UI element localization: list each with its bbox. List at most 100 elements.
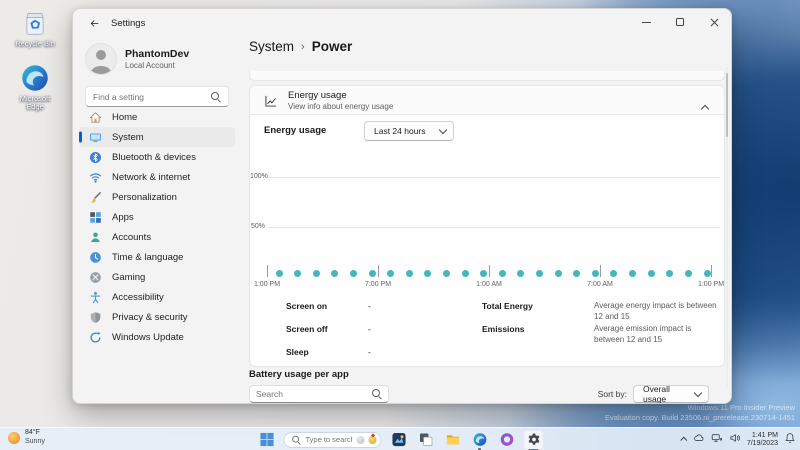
sidebar-item-windows-update[interactable]: Windows Update bbox=[79, 327, 235, 347]
stat-value-screen-on: - bbox=[368, 301, 371, 311]
taskbar-copilot-icon[interactable] bbox=[497, 430, 517, 450]
breadcrumb-separator: › bbox=[301, 40, 305, 53]
breadcrumb-system[interactable]: System bbox=[249, 39, 294, 54]
recycle-bin-icon bbox=[6, 8, 64, 38]
sidebar-item-label: Accessibility bbox=[112, 291, 164, 303]
scrollbar-thumb[interactable] bbox=[726, 73, 728, 137]
back-button[interactable] bbox=[83, 13, 105, 33]
chart-gridline bbox=[268, 227, 720, 228]
start-button[interactable] bbox=[257, 430, 277, 450]
energy-usage-expander[interactable]: Energy usage View info about energy usag… bbox=[249, 85, 725, 115]
bing-daily-icon bbox=[356, 435, 365, 444]
sidebar-item-apps[interactable]: Apps bbox=[79, 207, 235, 227]
chart-data-point bbox=[480, 269, 488, 277]
desktop-icon-label: Microsoft Edge bbox=[19, 93, 51, 111]
avatar bbox=[85, 43, 117, 75]
chevron-down-icon bbox=[693, 388, 703, 397]
x-axis-label: 1:00 PM bbox=[253, 281, 281, 288]
chart-data-point bbox=[349, 269, 357, 277]
y-axis-label: 100% bbox=[250, 173, 268, 180]
chart-data-point bbox=[424, 269, 432, 277]
sidebar-item-system[interactable]: System bbox=[79, 127, 235, 147]
onedrive-cloud-icon[interactable] bbox=[693, 431, 705, 449]
desktop-icon-microsoft-edge[interactable]: Microsoft Edge bbox=[6, 63, 64, 112]
rewards-medal-icon bbox=[368, 435, 377, 444]
sidebar-item-accounts[interactable]: Accounts bbox=[79, 227, 235, 247]
apps-icon bbox=[89, 211, 102, 224]
taskbar-settings-gear-icon[interactable] bbox=[523, 429, 544, 450]
chart-data-point bbox=[442, 269, 450, 277]
stat-label-sleep: Sleep bbox=[286, 347, 309, 357]
notification-bell-icon[interactable] bbox=[784, 431, 796, 449]
taskbar-edge-icon[interactable] bbox=[470, 430, 490, 450]
weather-widget[interactable]: 84°F Sunny bbox=[8, 429, 45, 446]
sidebar-item-time-language[interactable]: Time & language bbox=[79, 247, 235, 267]
volume-icon[interactable] bbox=[729, 431, 741, 449]
page-title: Power bbox=[311, 39, 353, 54]
sidebar-item-home[interactable]: Home bbox=[79, 107, 235, 127]
sidebar-item-privacy-security[interactable]: Privacy & security bbox=[79, 307, 235, 327]
network-icon bbox=[89, 171, 102, 184]
gaming-icon bbox=[89, 271, 102, 284]
weather-temp: 84°F bbox=[25, 429, 40, 436]
maximize-button[interactable] bbox=[663, 9, 697, 35]
chart-data-point bbox=[461, 269, 469, 277]
sun-icon bbox=[8, 431, 20, 444]
time-range-dropdown[interactable]: Last 24 hours bbox=[364, 121, 454, 141]
chart-data-point bbox=[647, 269, 655, 277]
settings-search-box[interactable] bbox=[85, 86, 229, 107]
sort-group: Sort by: Overall usage bbox=[597, 384, 709, 403]
y-axis-label: 50% bbox=[250, 223, 265, 230]
close-button[interactable] bbox=[697, 9, 731, 35]
desktop-icon-recycle-bin[interactable]: Recycle Bin bbox=[6, 8, 64, 49]
sidebar-item-network-internet[interactable]: Network & internet bbox=[79, 167, 235, 187]
sidebar-item-label: Time & language bbox=[112, 251, 184, 263]
sidebar-item-label: Network & internet bbox=[112, 171, 191, 183]
system-icon bbox=[89, 131, 102, 144]
sidebar-item-label: Gaming bbox=[112, 271, 146, 283]
taskbar-search-box[interactable] bbox=[283, 431, 382, 448]
personalization-icon bbox=[89, 191, 102, 204]
search-icon bbox=[211, 91, 221, 102]
desktop-icon-label: Recycle Bin bbox=[15, 39, 55, 48]
stat-label-screen-off: Screen off bbox=[286, 324, 328, 334]
scrolled-card-edge bbox=[249, 71, 725, 81]
user-name: PhantomDev bbox=[125, 48, 190, 60]
taskbar-search-input[interactable] bbox=[305, 435, 353, 444]
stat-label-total-energy: Total Energy bbox=[482, 301, 533, 311]
chevron-down-icon bbox=[438, 125, 448, 134]
energy-card-subtitle: View info about energy usage bbox=[288, 102, 394, 111]
window-title: Settings bbox=[111, 17, 146, 29]
sidebar-item-accessibility[interactable]: Accessibility bbox=[79, 287, 235, 307]
stat-label-screen-on: Screen on bbox=[286, 301, 328, 311]
chart-data-point bbox=[591, 269, 599, 277]
sidebar-item-label: Windows Update bbox=[112, 331, 184, 343]
tray-overflow-icon[interactable] bbox=[680, 436, 688, 444]
sort-by-label: Sort by: bbox=[597, 389, 627, 399]
battery-usage-title: Battery usage per app bbox=[249, 369, 349, 380]
taskbar-pinned-app-icon[interactable] bbox=[389, 430, 409, 450]
clock[interactable]: 1:41 PM 7/19/2023 bbox=[747, 432, 778, 448]
x-axis-tick bbox=[267, 265, 268, 277]
taskbar-task-view-icon[interactable] bbox=[416, 430, 436, 450]
sidebar-item-label: Bluetooth & devices bbox=[112, 151, 196, 163]
desktop-icons: Recycle Bin Microsoft Edge bbox=[6, 8, 64, 126]
chart-data-point bbox=[331, 269, 339, 277]
sidebar-item-personalization[interactable]: Personalization bbox=[79, 187, 235, 207]
energy-chart-icon bbox=[264, 94, 278, 108]
x-axis-tick bbox=[711, 265, 712, 277]
stat-value-screen-off: - bbox=[368, 324, 371, 334]
app-search-input[interactable] bbox=[256, 389, 372, 399]
taskbar-file-explorer-icon[interactable] bbox=[443, 430, 463, 450]
sidebar-item-bluetooth-devices[interactable]: Bluetooth & devices bbox=[79, 147, 235, 167]
system-tray: 1:41 PM 7/19/2023 bbox=[680, 428, 796, 450]
network-tray-icon[interactable] bbox=[711, 431, 723, 449]
windows-update-icon bbox=[89, 331, 102, 344]
app-search-box[interactable] bbox=[249, 385, 389, 403]
time-range-value: Last 24 hours bbox=[374, 126, 426, 136]
sort-dropdown[interactable]: Overall usage bbox=[633, 384, 709, 403]
sidebar-item-gaming[interactable]: Gaming bbox=[79, 267, 235, 287]
settings-search-input[interactable] bbox=[93, 91, 211, 102]
time-language-icon bbox=[89, 251, 102, 264]
minimize-button[interactable] bbox=[629, 9, 663, 35]
